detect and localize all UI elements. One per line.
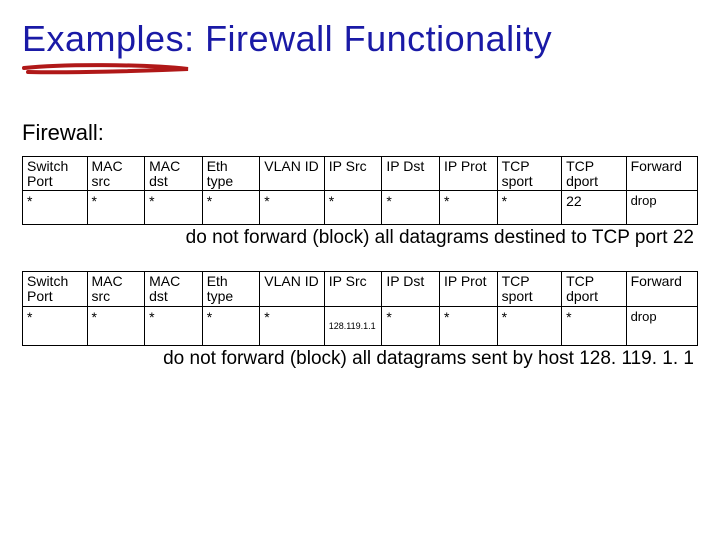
- rule-row-2: * * * * * 128.119.1.1 * * * * drop: [23, 306, 698, 345]
- col-forward: Forward: [626, 272, 697, 306]
- col-mac-src: MAC src: [87, 157, 145, 191]
- col-tcp-dport: TCP dport: [562, 272, 627, 306]
- col-vlan-id: VLAN ID: [260, 157, 325, 191]
- cell-ip-dst: *: [382, 306, 440, 345]
- col-forward: Forward: [626, 157, 697, 191]
- col-tcp-sport: TCP sport: [497, 272, 562, 306]
- cell-action: drop: [626, 191, 697, 225]
- header-row: Switch Port MAC src MAC dst Eth type VLA…: [23, 157, 698, 191]
- col-ip-prot: IP Prot: [439, 272, 497, 306]
- rule-2-caption: do not forward (block) all datagrams sen…: [22, 348, 694, 370]
- cell-ip-src: 128.119.1.1: [324, 306, 382, 345]
- header-row: Switch Port MAC src MAC dst Eth type VLA…: [23, 272, 698, 306]
- cell-tcp-sport: *: [497, 306, 562, 345]
- cell-eth-type: *: [202, 306, 260, 345]
- cell-mac-src: *: [87, 306, 145, 345]
- firewall-rule-table-1: Switch Port MAC src MAC dst Eth type VLA…: [22, 156, 698, 225]
- rule-row-1: * * * * * * * * * 22 drop: [23, 191, 698, 225]
- cell-vlan-id: *: [260, 191, 325, 225]
- col-switch-port: Switch Port: [23, 272, 88, 306]
- cell-switch-port: *: [23, 306, 88, 345]
- cell-tcp-dport: 22: [562, 191, 627, 225]
- cell-mac-src: *: [87, 191, 145, 225]
- col-switch-port: Switch Port: [23, 157, 88, 191]
- rule-1-caption: do not forward (block) all datagrams des…: [22, 227, 694, 249]
- col-tcp-dport: TCP dport: [562, 157, 627, 191]
- section-label: Firewall:: [22, 120, 698, 146]
- col-mac-dst: MAC dst: [145, 272, 203, 306]
- title-underline: [22, 62, 192, 76]
- col-mac-src: MAC src: [87, 272, 145, 306]
- cell-vlan-id: *: [260, 306, 325, 345]
- slide-title: Examples: Firewall Functionality: [22, 18, 698, 60]
- cell-mac-dst: *: [145, 306, 203, 345]
- col-ip-dst: IP Dst: [382, 272, 440, 306]
- col-ip-prot: IP Prot: [439, 157, 497, 191]
- cell-tcp-dport: *: [562, 306, 627, 345]
- cell-switch-port: *: [23, 191, 88, 225]
- col-eth-type: Eth type: [202, 272, 260, 306]
- col-vlan-id: VLAN ID: [260, 272, 325, 306]
- cell-tcp-sport: *: [497, 191, 562, 225]
- col-ip-src: IP Src: [324, 272, 382, 306]
- col-ip-src: IP Src: [324, 157, 382, 191]
- cell-ip-prot: *: [439, 191, 497, 225]
- cell-mac-dst: *: [145, 191, 203, 225]
- firewall-rule-table-2: Switch Port MAC src MAC dst Eth type VLA…: [22, 271, 698, 345]
- col-eth-type: Eth type: [202, 157, 260, 191]
- col-ip-dst: IP Dst: [382, 157, 440, 191]
- col-tcp-sport: TCP sport: [497, 157, 562, 191]
- col-mac-dst: MAC dst: [145, 157, 203, 191]
- cell-eth-type: *: [202, 191, 260, 225]
- cell-action: drop: [626, 306, 697, 345]
- cell-ip-dst: *: [382, 191, 440, 225]
- cell-ip-src: *: [324, 191, 382, 225]
- cell-ip-prot: *: [439, 306, 497, 345]
